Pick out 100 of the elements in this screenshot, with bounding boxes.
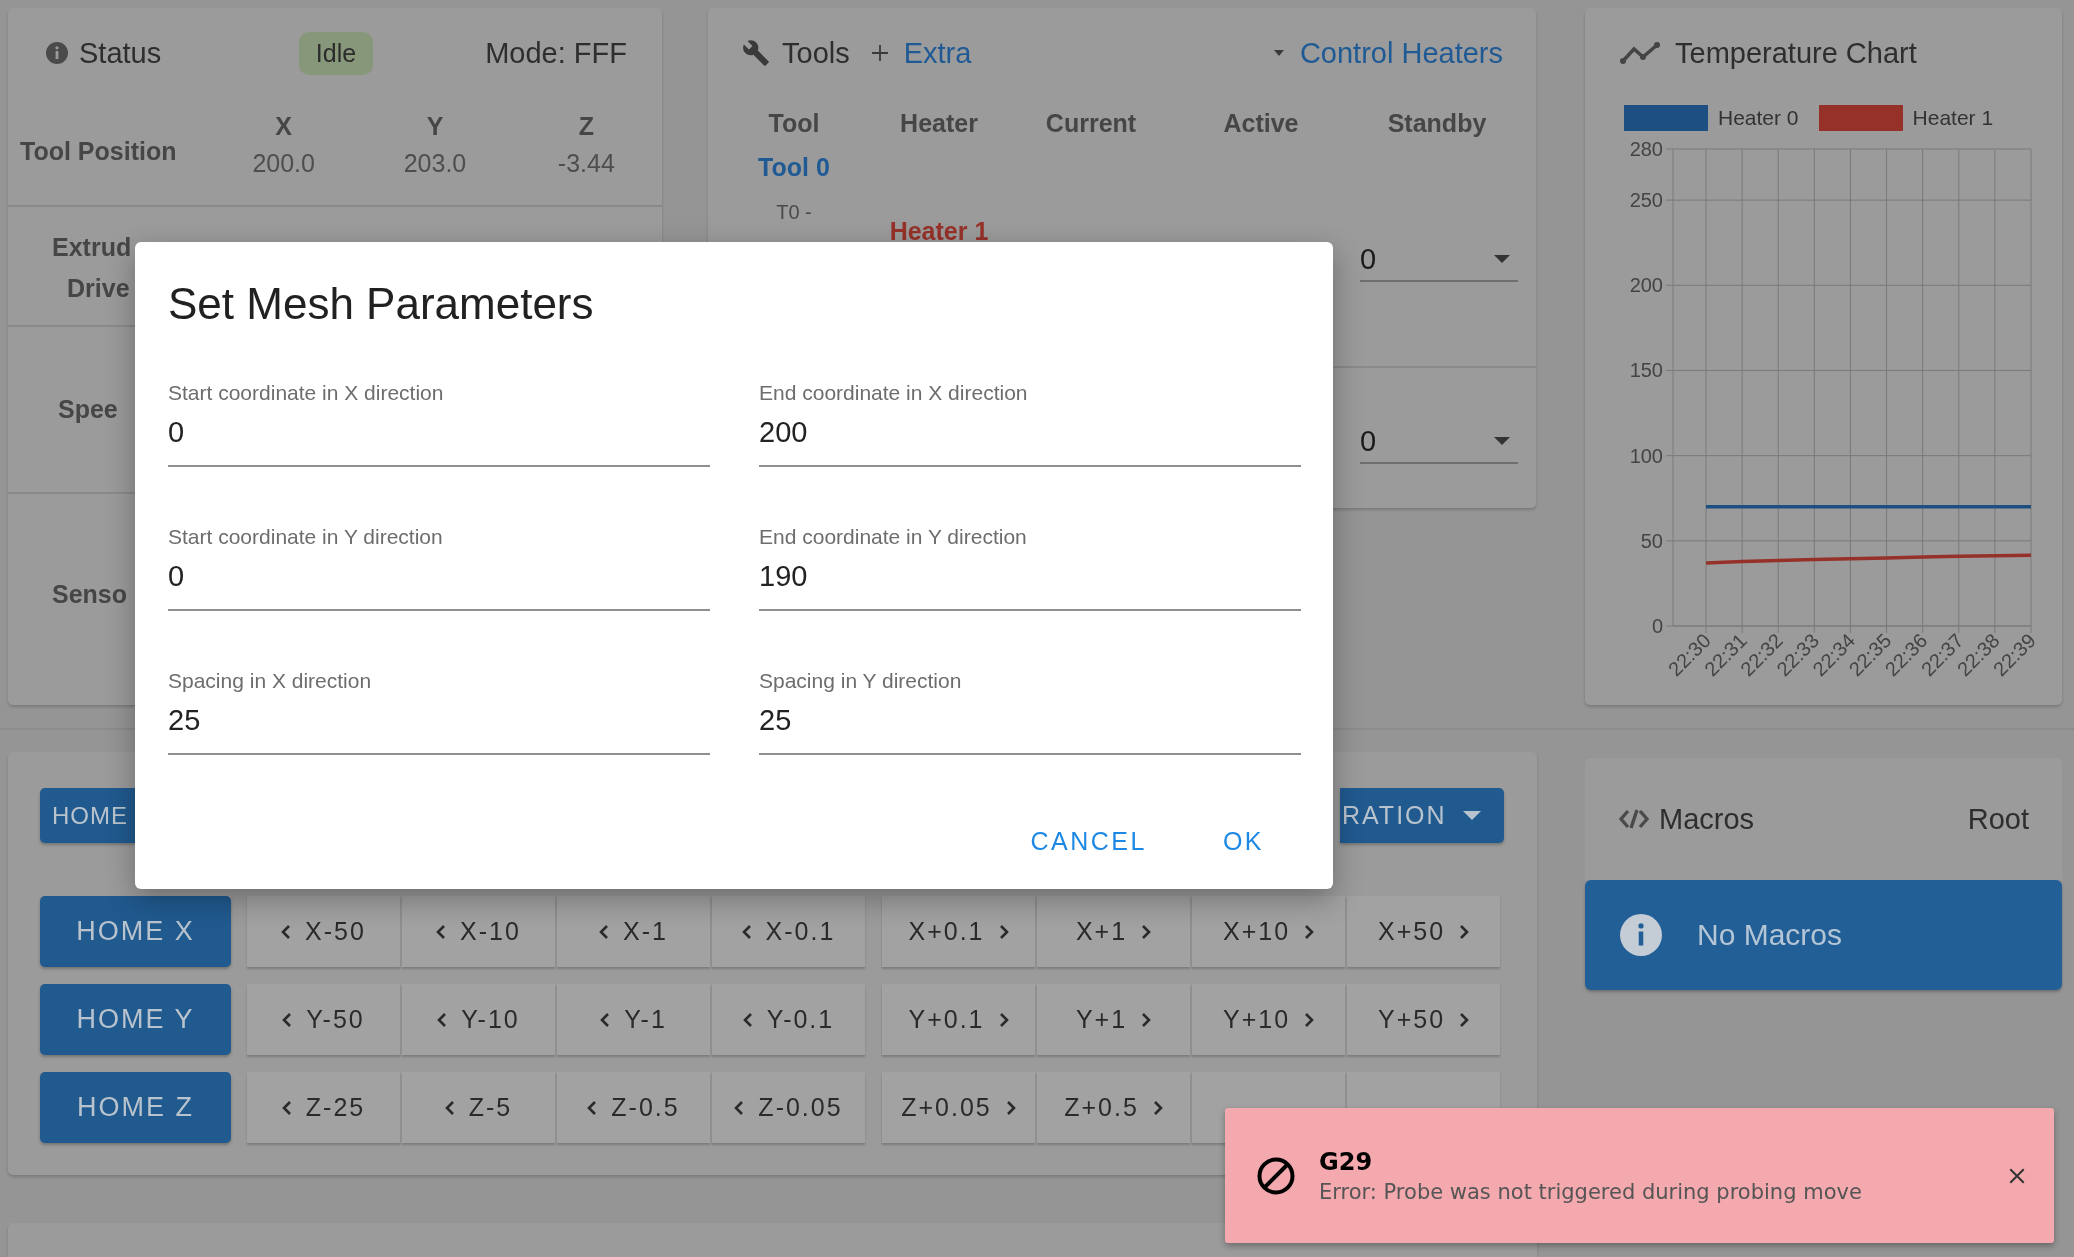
chevron-left-icon [742, 1011, 753, 1028]
axis-value: 200.0 [252, 148, 315, 178]
caret-icon [1494, 255, 1510, 263]
jog-button[interactable]: Z-0.5 [557, 1072, 710, 1143]
jog-button[interactable]: Z+0.5 [1037, 1072, 1190, 1143]
chevron-left-icon [436, 923, 447, 940]
column-header: Standby [1387, 108, 1487, 138]
column-header: Heater [900, 108, 978, 138]
jog-button[interactable]: X-1 [557, 896, 710, 967]
dialog-button[interactable]: OK [1206, 817, 1280, 865]
panel-title: Status [79, 36, 162, 70]
chevron-left-icon [734, 1099, 745, 1116]
jog-button[interactable]: X-50 [247, 896, 400, 967]
jog-button[interactable]: X+0.1 [882, 896, 1035, 967]
home-axis-button[interactable]: HOME Z [40, 1072, 231, 1143]
caret-icon [1462, 811, 1481, 820]
axis-value: 203.0 [403, 148, 467, 178]
jog-button[interactable]: Z+0.05 [882, 1072, 1035, 1143]
legend-label: Heater 0 [1718, 106, 1799, 130]
code-icon [1619, 807, 1649, 831]
jog-button[interactable]: Y-50 [247, 984, 400, 1055]
field-label: Spacing in X direction [168, 668, 372, 694]
text-field[interactable]: 25 [168, 696, 710, 755]
close-icon[interactable] [2008, 1166, 2026, 1185]
text-field[interactable]: 190 [759, 552, 1301, 611]
axis-label: 200 [1629, 274, 1663, 297]
caret-icon [1273, 50, 1284, 56]
chevron-left-icon [281, 1099, 292, 1116]
field-label: End coordinate in Y direction [759, 524, 1027, 550]
toast-title: G29 [1319, 1147, 1373, 1176]
toast-message: Error: Probe was not triggered during probing move [1319, 1179, 1862, 1204]
row-label: Drive [67, 274, 130, 303]
chevron-left-icon [437, 1011, 448, 1028]
jog-button[interactable]: Z-0.05 [712, 1072, 865, 1143]
panel-title: Macros [1659, 802, 1755, 836]
chevron-right-icon [1459, 923, 1470, 940]
select-field[interactable]: 0 [1360, 420, 1518, 464]
home-axis-button[interactable]: HOME Y [40, 984, 231, 1055]
jog-button[interactable]: X+50 [1347, 896, 1500, 967]
axis-value: -3.44 [557, 148, 615, 178]
text-field[interactable]: 200 [759, 408, 1301, 467]
dialog-button[interactable]: CANCEL [1014, 817, 1163, 865]
column-header: Tool [768, 108, 820, 138]
no-entry-icon [1256, 1155, 1296, 1196]
dialog-title: Set Mesh Parameters [168, 278, 594, 330]
axis-label: 280 [1629, 138, 1663, 160]
jog-button[interactable]: Y-1 [557, 984, 710, 1055]
chevron-right-icon [998, 923, 1009, 940]
text-field[interactable]: 0 [168, 408, 710, 467]
column-header: Active [1223, 108, 1299, 138]
jog-button[interactable]: Z-5 [402, 1072, 555, 1143]
chevron-left-icon [741, 923, 752, 940]
field-label: Start coordinate in Y direction [168, 524, 443, 550]
home-axis-button[interactable]: HOME X [40, 896, 231, 967]
panel-title: Temperature Chart [1675, 36, 1917, 70]
chevron-right-icon [1141, 1011, 1152, 1028]
jog-button[interactable]: Y+50 [1347, 984, 1500, 1055]
jog-button[interactable]: X-10 [402, 896, 555, 967]
text-field[interactable]: 0 [168, 552, 710, 611]
info-icon [1620, 914, 1662, 956]
home-all-button[interactable]: HOME [40, 788, 135, 843]
jog-button[interactable]: X+10 [1192, 896, 1345, 967]
chevron-left-icon [600, 1011, 611, 1028]
select-field[interactable]: 0 [1360, 238, 1518, 282]
jog-button[interactable]: Y-0.1 [712, 984, 865, 1055]
jog-button[interactable]: Y+10 [1192, 984, 1345, 1055]
line-chart-icon [1619, 41, 1663, 65]
field-label: End coordinate in X direction [759, 380, 1028, 406]
axis-label: 250 [1629, 189, 1663, 212]
jog-button[interactable]: Z-25 [247, 1072, 400, 1143]
heater-label: Heater 1 [889, 216, 989, 246]
field-label: Start coordinate in X direction [168, 380, 444, 406]
jog-button[interactable]: X+1 [1037, 896, 1190, 967]
axis-label: 50 [1640, 529, 1663, 552]
chevron-left-icon [599, 923, 610, 940]
row-label: Senso [52, 579, 128, 609]
chevron-right-icon [1005, 1099, 1016, 1116]
chevron-right-icon [1304, 1011, 1315, 1028]
jog-button[interactable]: Y+0.1 [882, 984, 1035, 1055]
alert-message: No Macros [1697, 918, 1843, 952]
axis-label: 0 [1651, 615, 1663, 637]
chevron-left-icon [282, 1011, 293, 1028]
row-label: Tool Position [19, 137, 178, 166]
axis-name: Z [578, 111, 594, 141]
axis-name: X [275, 111, 292, 141]
chevron-right-icon [1304, 923, 1315, 940]
field-label: Spacing in Y direction [759, 668, 962, 694]
jog-button[interactable]: X-0.1 [712, 896, 865, 967]
text-field[interactable]: 25 [759, 696, 1301, 755]
legend-label: Heater 1 [1912, 106, 1994, 130]
column-header: Current [1045, 108, 1137, 138]
axis-label: 150 [1629, 359, 1663, 382]
calibration-button[interactable]: RATION [1340, 788, 1504, 843]
chevron-right-icon [1459, 1011, 1470, 1028]
folder-path: Root [1967, 802, 2029, 836]
axis-name: Y [426, 111, 444, 141]
jog-button[interactable]: Y-10 [402, 984, 555, 1055]
status-chip: Idle [298, 31, 374, 75]
tool-subtitle: T0 - [776, 200, 812, 224]
jog-button[interactable]: Y+1 [1037, 984, 1190, 1055]
